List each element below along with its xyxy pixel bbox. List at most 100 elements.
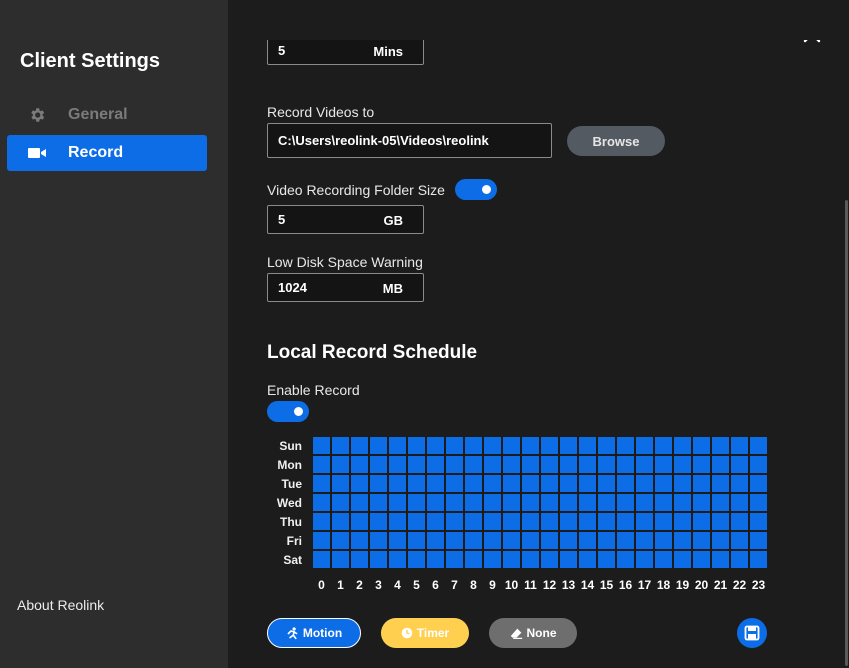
schedule-cell[interactable] [598, 494, 615, 511]
schedule-cell[interactable] [541, 551, 558, 568]
schedule-cell[interactable] [351, 532, 368, 549]
schedule-cell[interactable] [636, 475, 653, 492]
schedule-cell[interactable] [541, 494, 558, 511]
schedule-cell[interactable] [389, 551, 406, 568]
low-disk-field[interactable]: 1024 MB [267, 273, 424, 302]
schedule-cell[interactable] [313, 551, 330, 568]
save-button[interactable] [737, 618, 767, 648]
schedule-cell[interactable] [579, 551, 596, 568]
schedule-cell[interactable] [712, 456, 729, 473]
schedule-cell[interactable] [332, 513, 349, 530]
schedule-cell[interactable] [636, 551, 653, 568]
schedule-cell[interactable] [465, 532, 482, 549]
schedule-cell[interactable] [351, 456, 368, 473]
schedule-cell[interactable] [484, 437, 501, 454]
folder-size-field[interactable]: 5 GB [267, 205, 424, 234]
schedule-cell[interactable] [560, 456, 577, 473]
schedule-cell[interactable] [750, 437, 767, 454]
schedule-cell[interactable] [389, 437, 406, 454]
schedule-cell[interactable] [522, 437, 539, 454]
schedule-cell[interactable] [674, 551, 691, 568]
schedule-cell[interactable] [427, 513, 444, 530]
schedule-cell[interactable] [332, 494, 349, 511]
schedule-cell[interactable] [465, 513, 482, 530]
schedule-cell[interactable] [617, 551, 634, 568]
schedule-cell[interactable] [655, 513, 672, 530]
schedule-cell[interactable] [522, 475, 539, 492]
schedule-cell[interactable] [370, 475, 387, 492]
schedule-cell[interactable] [503, 437, 520, 454]
schedule-cell[interactable] [560, 513, 577, 530]
schedule-cell[interactable] [389, 513, 406, 530]
schedule-cell[interactable] [693, 475, 710, 492]
schedule-cell[interactable] [674, 437, 691, 454]
schedule-cell[interactable] [560, 437, 577, 454]
schedule-cell[interactable] [617, 494, 634, 511]
schedule-cell[interactable] [446, 437, 463, 454]
schedule-cell[interactable] [313, 532, 330, 549]
schedule-cell[interactable] [693, 513, 710, 530]
schedule-cell[interactable] [598, 456, 615, 473]
schedule-cell[interactable] [332, 475, 349, 492]
schedule-cell[interactable] [731, 513, 748, 530]
schedule-cell[interactable] [731, 532, 748, 549]
schedule-cell[interactable] [712, 532, 729, 549]
schedule-cell[interactable] [598, 551, 615, 568]
schedule-cell[interactable] [446, 513, 463, 530]
schedule-cell[interactable] [370, 551, 387, 568]
schedule-cell[interactable] [522, 494, 539, 511]
schedule-cell[interactable] [408, 475, 425, 492]
schedule-cell[interactable] [332, 437, 349, 454]
sidebar-item-record[interactable]: Record [7, 135, 207, 171]
schedule-cell[interactable] [427, 456, 444, 473]
schedule-cell[interactable] [750, 551, 767, 568]
schedule-cell[interactable] [579, 456, 596, 473]
schedule-cell[interactable] [712, 513, 729, 530]
schedule-cell[interactable] [579, 513, 596, 530]
schedule-cell[interactable] [446, 551, 463, 568]
schedule-cell[interactable] [389, 456, 406, 473]
schedule-cell[interactable] [750, 532, 767, 549]
scrollbar[interactable] [845, 200, 848, 666]
schedule-cell[interactable] [427, 494, 444, 511]
schedule-cell[interactable] [522, 456, 539, 473]
schedule-cell[interactable] [313, 437, 330, 454]
schedule-cell[interactable] [674, 513, 691, 530]
schedule-cell[interactable] [750, 475, 767, 492]
schedule-cell[interactable] [560, 532, 577, 549]
schedule-cell[interactable] [465, 551, 482, 568]
schedule-cell[interactable] [579, 475, 596, 492]
schedule-cell[interactable] [351, 494, 368, 511]
schedule-cell[interactable] [731, 551, 748, 568]
schedule-cell[interactable] [636, 437, 653, 454]
schedule-cell[interactable] [427, 437, 444, 454]
schedule-cell[interactable] [560, 551, 577, 568]
schedule-cell[interactable] [655, 456, 672, 473]
schedule-cell[interactable] [484, 494, 501, 511]
schedule-cell[interactable] [427, 532, 444, 549]
schedule-cell[interactable] [598, 532, 615, 549]
schedule-cell[interactable] [484, 551, 501, 568]
schedule-cell[interactable] [351, 513, 368, 530]
schedule-cell[interactable] [408, 437, 425, 454]
schedule-cell[interactable] [655, 532, 672, 549]
schedule-cell[interactable] [617, 475, 634, 492]
schedule-cell[interactable] [522, 513, 539, 530]
schedule-cell[interactable] [541, 437, 558, 454]
schedule-cell[interactable] [313, 494, 330, 511]
schedule-cell[interactable] [389, 494, 406, 511]
schedule-cell[interactable] [446, 456, 463, 473]
schedule-cell[interactable] [484, 456, 501, 473]
schedule-cell[interactable] [522, 532, 539, 549]
schedule-cell[interactable] [636, 456, 653, 473]
none-button[interactable]: None [489, 618, 577, 648]
schedule-cell[interactable] [503, 513, 520, 530]
schedule-cell[interactable] [332, 532, 349, 549]
schedule-cell[interactable] [446, 532, 463, 549]
schedule-cell[interactable] [560, 475, 577, 492]
schedule-cell[interactable] [332, 551, 349, 568]
schedule-cell[interactable] [332, 456, 349, 473]
schedule-cell[interactable] [617, 532, 634, 549]
schedule-cell[interactable] [712, 437, 729, 454]
schedule-cell[interactable] [693, 532, 710, 549]
